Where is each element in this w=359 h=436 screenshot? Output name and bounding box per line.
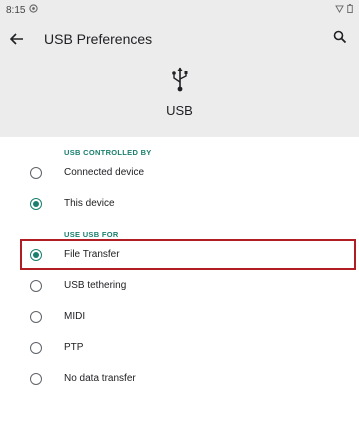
radio-button[interactable]: [30, 279, 42, 292]
option-connected-device[interactable]: Connected device: [0, 157, 359, 188]
usb-label: USB: [166, 103, 193, 118]
radio-button[interactable]: [30, 166, 42, 179]
page-title: USB Preferences: [44, 31, 153, 47]
usb-icon: [169, 66, 191, 94]
option-label: File Transfer: [64, 249, 120, 260]
status-time: 8:15: [6, 4, 26, 16]
option-midi[interactable]: MIDI: [0, 301, 359, 332]
section-header-controlled-by: USB CONTROLLED BY: [64, 148, 152, 157]
option-file-transfer[interactable]: File Transfer: [0, 239, 359, 270]
option-label: This device: [64, 198, 115, 209]
option-label: MIDI: [64, 311, 86, 322]
usb-header: USB: [0, 58, 359, 137]
app-bar: USB Preferences: [0, 20, 359, 58]
battery-icon: [347, 4, 353, 16]
search-icon[interactable]: [333, 30, 351, 48]
option-no-data-transfer[interactable]: No data transfer: [0, 363, 359, 394]
radio-button-selected[interactable]: [30, 248, 42, 261]
option-label: USB tethering: [64, 280, 127, 291]
option-this-device[interactable]: This device: [0, 188, 359, 219]
status-bar: 8:15: [0, 0, 359, 20]
radio-button[interactable]: [30, 372, 42, 385]
notification-icon: [29, 4, 39, 16]
radio-button[interactable]: [30, 310, 42, 323]
option-ptp[interactable]: PTP: [0, 332, 359, 363]
option-usb-tethering[interactable]: USB tethering: [0, 270, 359, 301]
section-header-use-for: USE USB FOR: [64, 230, 119, 239]
radio-button[interactable]: [30, 341, 42, 354]
radio-button-selected[interactable]: [30, 197, 42, 210]
option-label: No data transfer: [64, 373, 136, 384]
wifi-icon: [335, 4, 344, 16]
option-label: PTP: [64, 342, 84, 353]
back-arrow-icon[interactable]: [8, 30, 26, 48]
option-label: Connected device: [64, 167, 145, 178]
